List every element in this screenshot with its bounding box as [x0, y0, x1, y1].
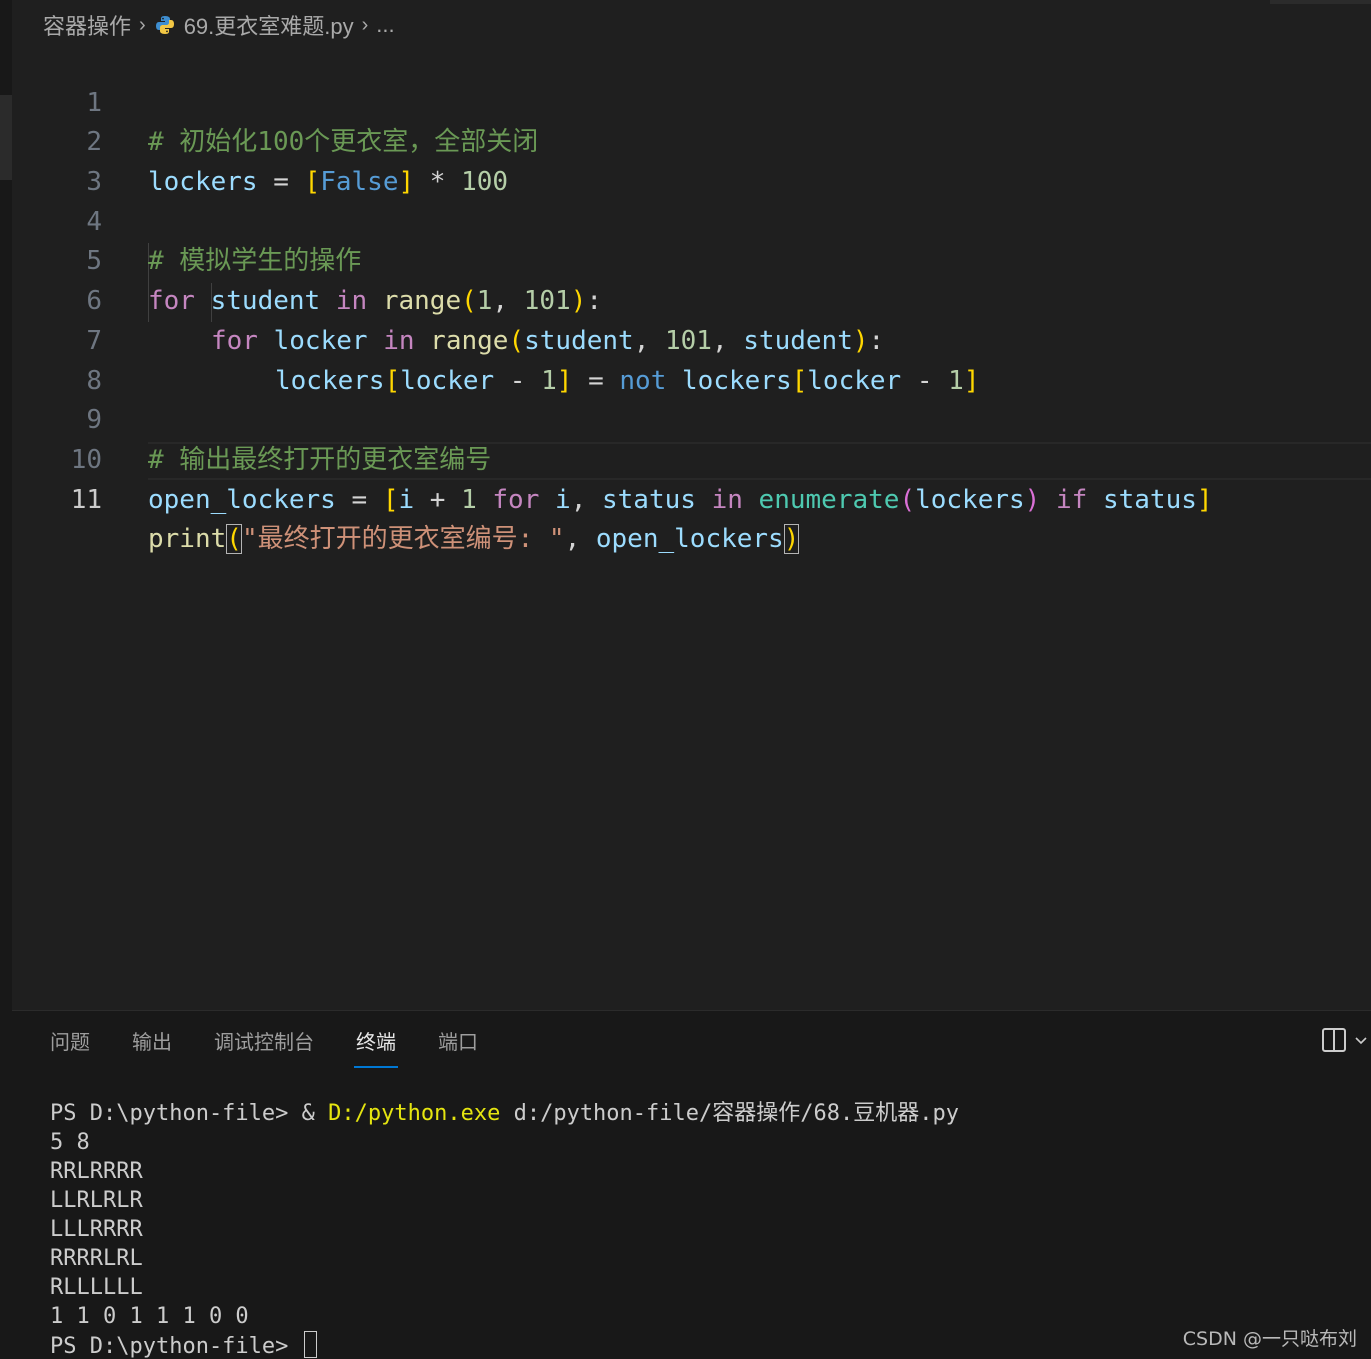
token-operator: + [414, 484, 462, 515]
code-text: open_lockers = [i + 1 for i, status in e… [148, 481, 1213, 521]
code-line[interactable]: 4 # 模拟学生的操作 [0, 163, 1371, 277]
token-punct: , [570, 484, 602, 515]
breadcrumb: 容器操作 › 69.更衣室难题.py › ... [43, 8, 395, 42]
bottom-panel[interactable]: 问题 输出 调试控制台 终端 端口 PS D:\python-file> & D… [12, 1010, 1371, 1359]
token-keyword: in [711, 484, 743, 515]
token-bracket: ( [226, 524, 242, 555]
token-variable: i [555, 484, 571, 515]
token-variable: lockers [915, 484, 1025, 515]
panel-actions [1321, 1027, 1369, 1058]
tab-output[interactable]: 输出 [132, 1029, 172, 1069]
chevron-right-icon: › [139, 13, 146, 36]
token-number: 1 [461, 484, 477, 515]
tab-debug-console[interactable]: 调试控制台 [214, 1029, 314, 1069]
terminal-line: 5 8 [50, 1130, 90, 1155]
token-keyword: if [1055, 484, 1088, 515]
terminal-command-line: PS D:\python-file> & D:/python.exe d:/py… [50, 1099, 959, 1128]
token-keyword: for [492, 484, 540, 515]
terminal-line: 1 1 0 1 1 1 0 0 [50, 1304, 249, 1329]
breadcrumb-folder[interactable]: 容器操作 [43, 9, 131, 41]
editor-top-scrollbar [1270, 0, 1371, 4]
scrollbar-thumb[interactable] [0, 95, 12, 180]
line-number: 11 [70, 484, 102, 515]
code-area[interactable]: 1 # 初始化100个更衣室，全部关闭 2 lockers = [False] … [0, 44, 1371, 555]
python-icon [154, 14, 176, 36]
code-line-current[interactable]: 11 print("最终打开的更衣室编号: ", open_lockers) [0, 441, 1371, 555]
split-editor-icon[interactable] [1321, 1027, 1347, 1058]
code-line[interactable]: 9 # 输出最终打开的更衣室编号 [0, 362, 1371, 475]
token-bracket: [ [382, 484, 399, 515]
tab-ports[interactable]: 端口 [438, 1029, 478, 1069]
token-bracket: ( [899, 484, 916, 515]
code-line[interactable]: 2 lockers = [False] * 100 [0, 84, 1371, 197]
code-line[interactable]: 3 [0, 123, 1371, 197]
token-variable: open_lockers [595, 524, 784, 555]
token-function: enumerate [758, 484, 900, 515]
terminal-exe: D:/python.exe [328, 1101, 501, 1126]
token-punct: , [564, 524, 596, 555]
code-text: print("最终打开的更衣室编号: ", open_lockers) [148, 520, 800, 560]
code-line[interactable]: 10 open_lockers = [i + 1 for i, status i… [0, 401, 1371, 515]
token-operator: = [335, 484, 383, 515]
terminal-line: RRRRLRL [50, 1246, 143, 1271]
watermark: CSDN @一只哒布刘 [1182, 1328, 1357, 1350]
code-line[interactable]: 5 for student in range(1, 101): [0, 203, 1371, 316]
code-line[interactable]: 1 # 初始化100个更衣室，全部关闭 [0, 44, 1371, 158]
token-bracket: ) [783, 524, 800, 555]
token-variable: status [1102, 484, 1197, 515]
token-variable: i [398, 484, 415, 515]
terminal-line: LLLRRRR [50, 1217, 143, 1242]
code-line[interactable]: 7 lockers[locker - 1] = not lockers[lock… [0, 282, 1371, 396]
token-bracket: ] [1196, 484, 1213, 515]
terminal-line: LLRLRLR [50, 1188, 143, 1213]
code-line[interactable]: 6 for locker in range(student, 101, stud… [0, 242, 1371, 356]
terminal-arg: d:/python-file/容器操作/68.豆机器.py [500, 1101, 959, 1126]
breadcrumb-more[interactable]: ... [376, 12, 394, 38]
activity-strip [0, 0, 12, 1359]
token-function: print [148, 524, 227, 555]
panel-tabs: 问题 输出 调试控制台 终端 端口 [50, 1029, 478, 1069]
terminal-prompt: PS D:\python-file> [50, 1334, 302, 1359]
tab-problems[interactable]: 问题 [50, 1029, 90, 1069]
token-variable: status [602, 484, 696, 515]
breadcrumb-file[interactable]: 69.更衣室难题.py [184, 9, 354, 41]
terminal-prompt-line[interactable]: PS D:\python-file> [50, 1331, 959, 1359]
code-line[interactable]: 8 [0, 322, 1371, 396]
chevron-down-icon[interactable] [1353, 1032, 1369, 1053]
terminal-output[interactable]: PS D:\python-file> & D:/python.exe d:/py… [50, 1099, 959, 1359]
terminal-cursor [303, 1331, 317, 1358]
terminal-prompt: PS D:\python-file> & [50, 1101, 329, 1126]
terminal-line: RLLLLLL [50, 1275, 143, 1300]
tab-terminal[interactable]: 终端 [354, 1029, 398, 1069]
chevron-right-icon: › [361, 13, 369, 36]
token-variable: open_lockers [148, 484, 336, 515]
token-string: "最终打开的更衣室编号: " [241, 524, 565, 555]
token-bracket: ) [1024, 484, 1041, 515]
editor[interactable]: 容器操作 › 69.更衣室难题.py › ... 1 # 初始化100个更衣室，… [0, 0, 1371, 1010]
terminal-line: RRLRRRR [50, 1159, 143, 1184]
